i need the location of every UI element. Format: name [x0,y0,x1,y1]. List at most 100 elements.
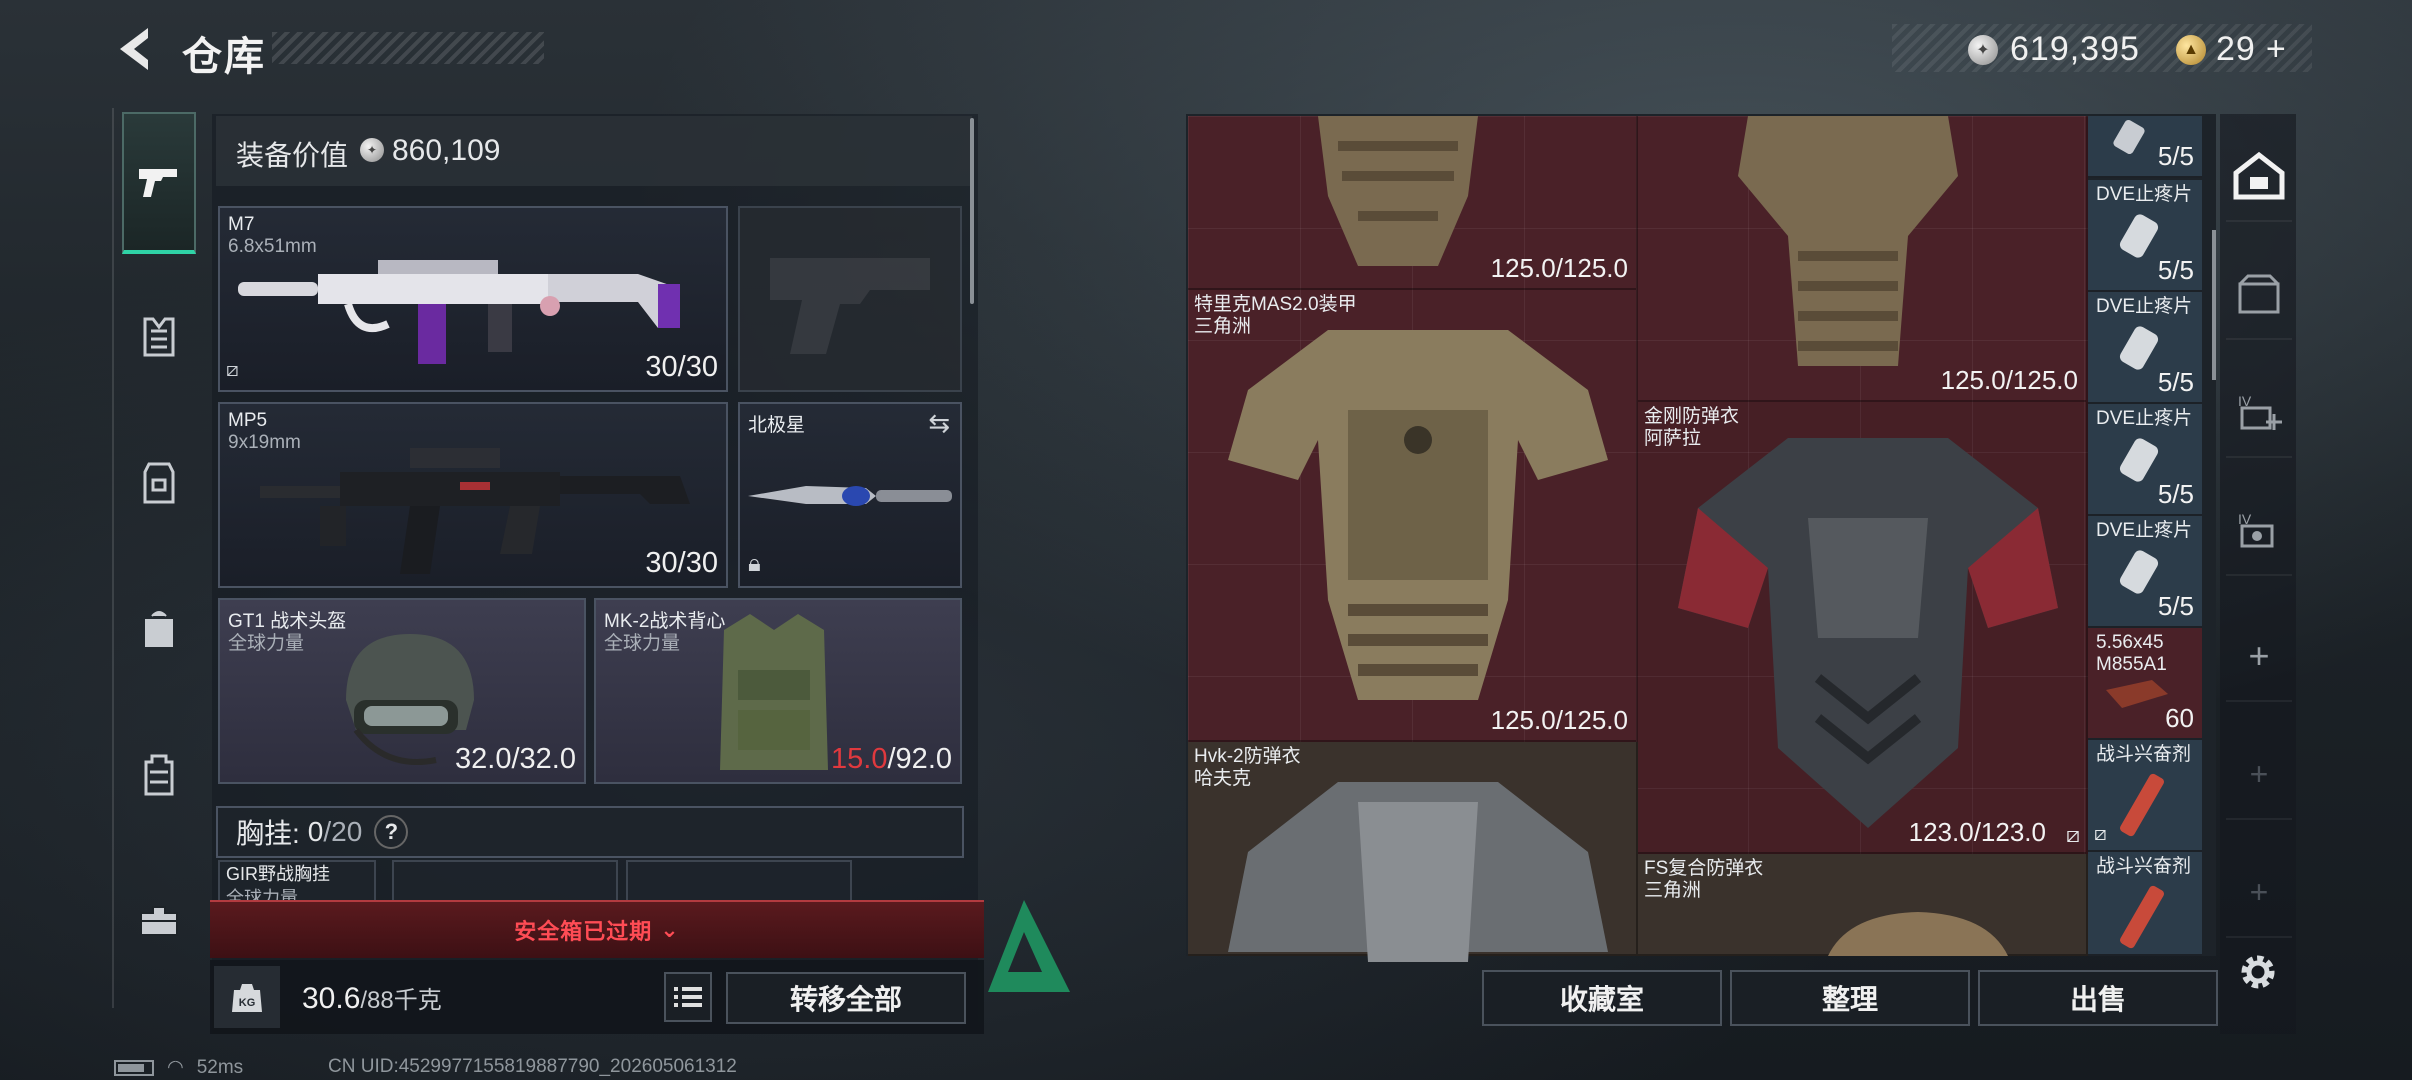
tab-armor[interactable] [122,300,196,374]
settings-button[interactable] [2236,950,2280,994]
armor-slot[interactable]: MK-2战术背心 全球力量 15.0/92.0 [594,598,962,784]
tab-all-storage[interactable] [2226,132,2292,222]
item-durability: 125.0/125.0 [1490,705,1628,735]
syringe-icon [2120,885,2164,949]
no-insure-icon: ⧄ [2066,822,2080,847]
item-durability: 125.0/125.0 [1490,253,1628,283]
item-count: 5/5 [2157,367,2194,397]
syringe-icon [2120,773,2164,837]
secondary-weapon-slot[interactable]: MP5 9x19mm 30/30 [218,402,728,588]
item-count: 5/5 [2157,255,2194,285]
gold-currency[interactable]: ▲ 29 + [2176,30,2287,69]
smg-icon [260,448,690,574]
pill-icon [2119,326,2159,370]
ping-text: 52ms [196,1056,244,1078]
vest-icon [720,614,828,770]
add-currency-icon[interactable]: + [2266,30,2287,69]
tab-chest-rig[interactable] [122,446,196,520]
add-storage-icon[interactable]: + [2226,848,2292,938]
warehouse-item[interactable]: 金刚防弹衣 阿萨拉 123.0/123.0 ⧄ [1638,402,2088,854]
warehouse-small-item[interactable]: DVE止疼片 5/5 [2088,292,2202,404]
tab-weapons[interactable] [122,112,196,254]
help-icon[interactable]: ? [374,815,409,849]
pill-icon [2119,214,2159,258]
warehouse-item[interactable]: 125.0/125.0 [1188,116,1638,290]
pill-icon [2113,119,2145,154]
chest-rig-current: 0 [307,816,324,847]
warehouse-item[interactable]: FS复合防弹衣 三角洲 [1638,854,2088,956]
backpack-icon [145,611,173,647]
item-count: 5/5 [2157,591,2194,621]
armor-item-icon [1678,438,2058,828]
kg-label: KG [239,997,256,1009]
helmet-slot[interactable]: GT1 战术头盔 全球力量 32.0/32.0 [218,598,586,784]
tab-storage-add[interactable]: IV [2226,368,2292,458]
warehouse-small-item[interactable]: DVE止疼片 5/5 [2088,180,2202,292]
helmet-maker: 全球力量 [228,633,305,654]
knife-icon [748,486,952,506]
equipment-scrollbar[interactable] [970,118,974,304]
transfer-all-button[interactable]: 转移全部 [726,972,966,1024]
warehouse-item[interactable]: 特里克MAS2.0装甲 三角洲 125.0/125.0 [1188,290,1638,742]
weight-readout: 30.6/88千克 [302,980,442,1016]
swap-icon[interactable]: ⇆ [928,408,950,439]
melee-slot[interactable]: 北极星 ⇆ 🔒︎ [738,402,962,588]
list-icon [674,987,702,1007]
weight-current: 30.6 [302,982,361,1015]
tab-storage-2[interactable] [2226,250,2292,340]
item-name: DVE止疼片 [2096,520,2193,541]
item-name: 战斗兴奋剂 [2096,744,2192,765]
item-name: DVE止疼片 [2096,408,2193,429]
item-count: 5/5 [2157,479,2194,509]
collection-button[interactable]: 收藏室 [1482,970,1722,1026]
warehouse-scrollbar[interactable] [2212,230,2216,380]
battery-icon [114,1059,154,1076]
uid-text: CN UID:4529977155819887790_202605061312 [328,1056,737,1077]
silver-currency: ✦ 619,395 [1968,30,2140,69]
back-arrow-icon [120,28,148,70]
silver-coin-icon: ✦ [360,138,384,162]
safebox-expired-banner[interactable]: 安全箱已过期 ⌄ [210,900,984,958]
tab-backpack[interactable] [122,592,196,666]
armor-item-icon [1828,912,2008,956]
warehouse-item[interactable]: Hvk-2防弹衣 哈夫克 [1188,742,1638,962]
equipment-value: 860,109 [392,134,501,167]
no-insure-icon: ⧄ [226,359,239,381]
tab-pouch[interactable] [122,738,196,812]
warehouse-small-item[interactable]: 战斗兴奋剂 [2088,852,2202,956]
warehouse-small-item[interactable]: 战斗兴奋剂 ⧄ [2088,740,2202,852]
equipment-value-bar: 装备价值 ✦ 860,109 [216,116,972,186]
pill-icon [2119,550,2159,594]
tab-storage-camera[interactable]: IV [2226,486,2292,576]
briefcase-icon [140,906,178,936]
sort-button[interactable]: 整理 [1730,970,1970,1026]
add-storage-icon[interactable]: + [2226,612,2292,702]
rifle-icon [238,260,680,364]
primary-weapon-slot[interactable]: M7 6.8x51mm ⧄ 30/30 [218,206,728,392]
weight-max: /88千克 [360,987,442,1014]
lower-item-name: GIR野战胸挂 [226,864,331,884]
add-storage-icon[interactable]: + [2226,730,2292,820]
list-view-button[interactable] [664,972,712,1022]
warehouse-small-item[interactable]: DVE止疼片 5/5 [2088,516,2202,628]
no-insure-icon: ⧄ [2094,823,2107,845]
armor-maker: 全球力量 [604,633,681,654]
item-name: 5.56x45 M855A1 [2096,632,2167,675]
warehouse-item[interactable]: 125.0/125.0 [1638,116,2088,402]
tab-safebox[interactable] [122,884,196,958]
back-button[interactable] [112,24,158,74]
armor-item-icon [1228,330,1608,700]
warehouse-small-item[interactable]: 5/5 [2088,116,2202,178]
sell-button[interactable]: 出售 [1978,970,2218,1026]
armor-durability-max: /92.0 [887,743,953,775]
safebox-expired-text: 安全箱已过期 [514,919,653,944]
chest-rig-max: /20 [323,816,363,847]
warehouse-small-item[interactable]: 5.56x45 M855A1 60 [2088,628,2202,740]
pistol-slot[interactable] [738,206,962,392]
chest-rig-row[interactable]: 胸挂: 0 /20 ? [216,806,964,858]
item-name: 战斗兴奋剂 [2096,856,2192,877]
warehouse-small-item[interactable]: DVE止疼片 5/5 [2088,404,2202,516]
item-count: 60 [2165,703,2194,733]
gold-amount: 29 [2216,30,2256,68]
helmet-durability: 32.0/32.0 [455,743,576,775]
